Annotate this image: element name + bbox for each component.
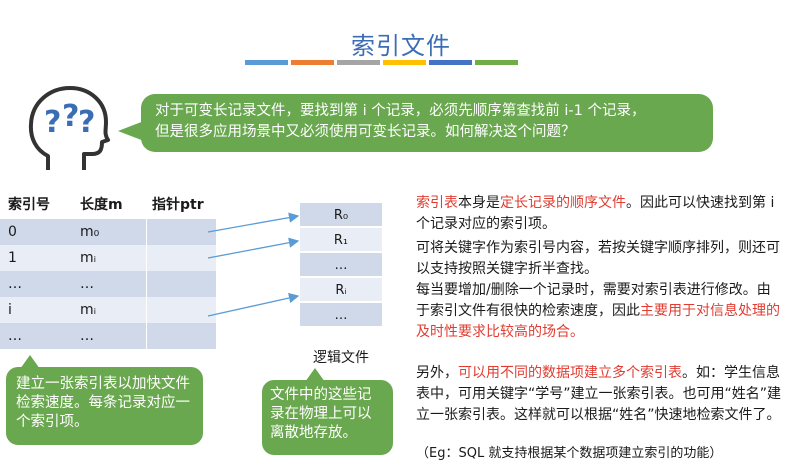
record: … bbox=[300, 253, 382, 278]
record: … bbox=[300, 303, 382, 328]
paragraph-4: 另外，可以用不同的数据项建立多个索引表。如：学生信息表中，可用关键字“学号”建立… bbox=[416, 363, 782, 426]
text: 另外， bbox=[416, 365, 458, 381]
highlight-text: 索引表 bbox=[416, 195, 458, 211]
highlight-text: 定长记录的顺序文件 bbox=[500, 195, 626, 211]
paragraph-3: 每当要增加/删除一个记录时，需要对索引表进行修改。由于索引文件有很快的检索速度，… bbox=[416, 280, 782, 343]
logical-file-caption: 逻辑文件 bbox=[313, 350, 369, 366]
text: 本身是 bbox=[458, 195, 500, 211]
paragraph-5: （Eg：SQL 就支持根据某个数据项建立索引的功能） bbox=[416, 446, 723, 461]
arrow-i bbox=[207, 292, 300, 317]
physical-storage-note: 文件中的这些记录在物理上可以离散地存放。 bbox=[262, 380, 393, 455]
index-table-note: 建立一张索引表以加快文件检索速度。每条记录对应一个索引项。 bbox=[6, 367, 203, 445]
arrow-1 bbox=[207, 237, 300, 259]
highlight-text: 可以用不同的数据项建立多个索引表 bbox=[458, 365, 682, 381]
paragraph-1: 索引表本身是定长记录的顺序文件。因此可以快速找到第 i 个记录对应的索引项。 bbox=[416, 193, 782, 235]
record: R₁ bbox=[300, 228, 382, 253]
record: R₀ bbox=[300, 203, 382, 228]
record: Rᵢ bbox=[300, 278, 382, 303]
paragraph-2: 可将关键字作为索引号内容，若按关键字顺序排列，则还可以支持按照关键字折半查找。 bbox=[416, 240, 780, 277]
arrow-0 bbox=[207, 212, 300, 233]
